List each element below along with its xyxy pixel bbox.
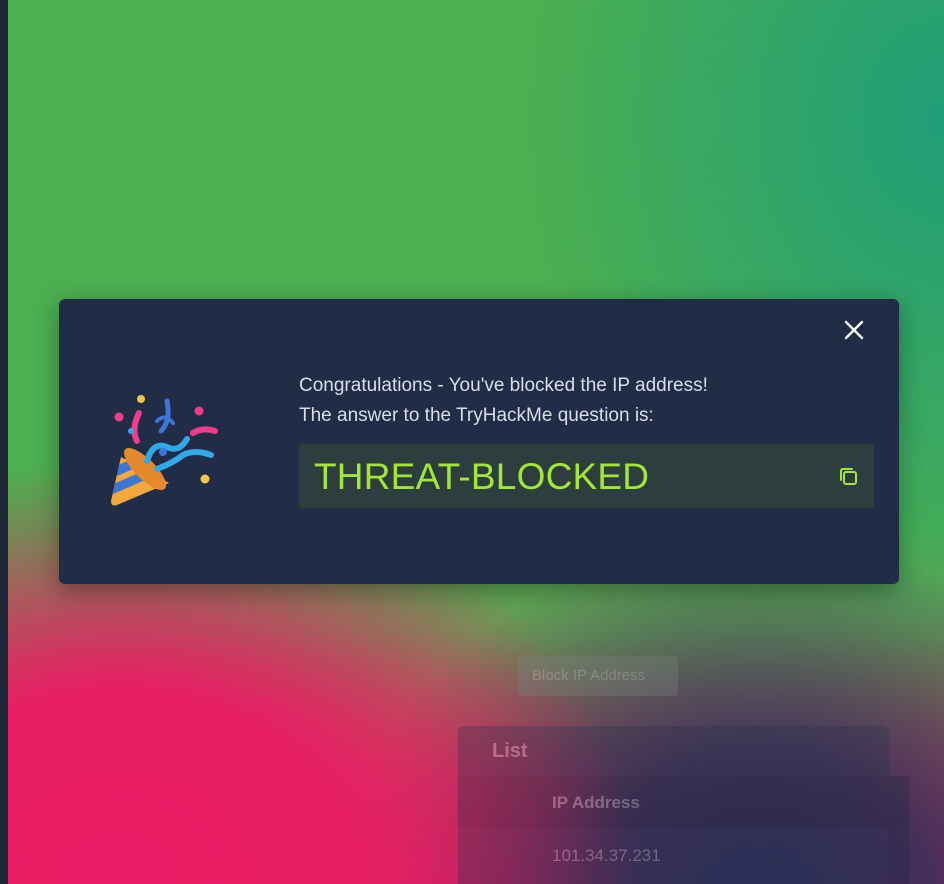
congratulations-message: Congratulations - You've blocked the IP … <box>299 371 708 431</box>
success-modal: Congratulations - You've blocked the IP … <box>59 299 899 584</box>
close-icon[interactable] <box>841 317 867 343</box>
copy-icon[interactable] <box>837 465 861 489</box>
answer-text[interactable]: THREAT-BLOCKED <box>314 456 649 498</box>
message-line-2: The answer to the TryHackMe question is: <box>299 405 654 426</box>
party-popper-icon <box>107 391 227 511</box>
left-edge-bar <box>0 0 8 884</box>
answer-box: THREAT-BLOCKED <box>299 444 874 508</box>
message-line-1: Congratulations - You've blocked the IP … <box>299 375 708 396</box>
